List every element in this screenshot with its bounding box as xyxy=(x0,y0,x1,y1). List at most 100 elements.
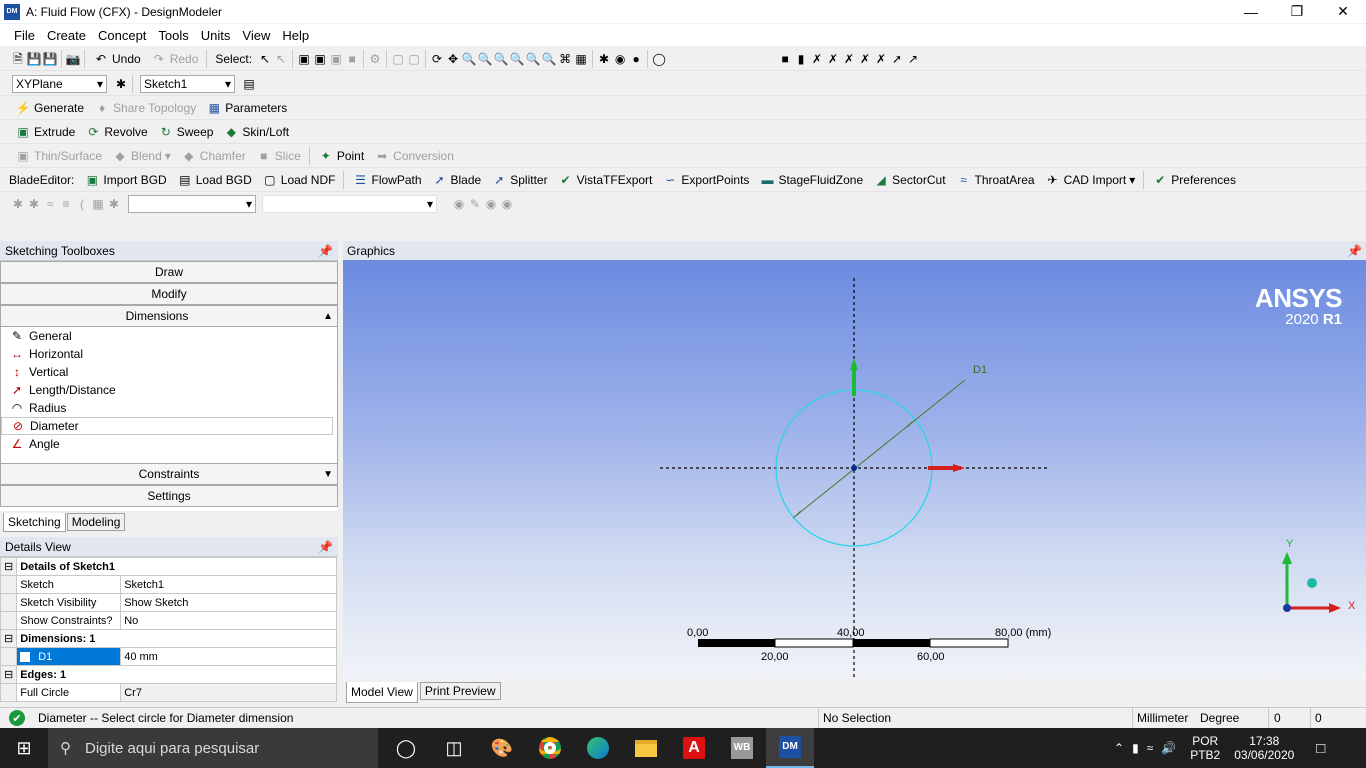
taskbar-app-workbench[interactable]: WB xyxy=(718,728,766,768)
modify-toolbox[interactable]: Modify xyxy=(0,283,338,305)
tool5-icon[interactable]: ( xyxy=(74,196,90,212)
preferences-button[interactable]: ✔ Preferences xyxy=(1147,172,1241,188)
revolve-button[interactable]: ⟳ Revolve xyxy=(80,124,152,140)
slice-button[interactable]: ■ Slice xyxy=(251,148,306,164)
select-edge-icon[interactable]: ▣ xyxy=(312,51,328,67)
exportpoints-button[interactable]: ∽ ExportPoints xyxy=(657,172,754,188)
constraints-toolbox[interactable]: Constraints ▼ xyxy=(0,463,338,485)
taskbar-app-explorer[interactable] xyxy=(622,728,670,768)
dimensions-toolbox[interactable]: Dimensions ▲ xyxy=(0,305,338,327)
scroll-down-icon[interactable]: ▼ xyxy=(323,469,333,480)
minimize-button[interactable]: — xyxy=(1228,0,1274,23)
tab-print-preview[interactable]: Print Preview xyxy=(419,682,501,700)
load-bgd-button[interactable]: ▤ Load BGD xyxy=(172,172,257,188)
cad-import-button[interactable]: ✈ CAD Import ▾ xyxy=(1040,172,1141,188)
save-all-icon[interactable]: 💾 xyxy=(42,51,58,67)
details-pin-icon[interactable]: 📌 xyxy=(318,540,333,554)
tool7-icon[interactable]: ✱ xyxy=(106,196,122,212)
display-point-icon[interactable]: ● xyxy=(628,51,644,67)
redo-button[interactable]: ↷ Redo xyxy=(146,51,204,67)
sweep-button[interactable]: ↻ Sweep xyxy=(153,124,219,140)
tool4-icon[interactable]: ≡ xyxy=(58,196,74,212)
detail-value-sketch[interactable]: Sketch1 xyxy=(120,575,337,594)
taskbar-app-designmodeler[interactable]: DM xyxy=(766,728,814,768)
plane-select[interactable]: XYPlane ▾ xyxy=(12,74,107,93)
zoom-in-icon[interactable]: 🔍 xyxy=(477,51,493,67)
menu-concept[interactable]: Concept xyxy=(92,28,152,43)
conversion-button[interactable]: ➡ Conversion xyxy=(369,148,459,164)
flowpath-button[interactable]: ☰ FlowPath xyxy=(347,172,426,188)
select-body-icon[interactable]: ■ xyxy=(344,51,360,67)
edge-direction-icon[interactable]: ↗ xyxy=(905,51,921,67)
taskbar-app-chrome[interactable] xyxy=(526,728,574,768)
maximize-button[interactable]: ❐ xyxy=(1274,0,1320,23)
tool-length-distance[interactable]: ➚ Length/Distance xyxy=(1,381,337,399)
blade-button[interactable]: ➚ Blade xyxy=(427,172,487,188)
viewport-canvas[interactable]: D1 0,00 40,00 80,00 (mm) 20,00 60,00 Y X xyxy=(343,260,1366,680)
collapse-dimensions-icon[interactable]: ⊟ xyxy=(0,629,18,648)
magnifier-icon[interactable]: 🔍 xyxy=(541,51,557,67)
normal-to-icon[interactable]: ✱ xyxy=(596,51,612,67)
origin-point[interactable] xyxy=(851,465,857,471)
box-select-icon[interactable]: ▢ xyxy=(390,51,406,67)
splitter-button[interactable]: ➚ Splitter xyxy=(486,172,552,188)
tool-angle[interactable]: ∠ Angle xyxy=(1,435,337,453)
throatarea-button[interactable]: ≈ ThroatArea xyxy=(951,172,1040,188)
draw-toolbox[interactable]: Draw xyxy=(0,261,338,283)
wifi-icon[interactable]: ≈ xyxy=(1147,741,1154,755)
new-sketch-icon[interactable]: ▤ xyxy=(241,76,257,92)
volume-icon[interactable]: 🔊 xyxy=(1161,741,1176,755)
edge-coloring-icon[interactable]: ▮ xyxy=(793,51,809,67)
tool2-icon[interactable]: ✱ xyxy=(26,196,42,212)
blend-button[interactable]: ◆ Blend ▾ xyxy=(107,148,176,164)
language-indicator[interactable]: POR PTB2 xyxy=(1190,734,1220,762)
tool6-icon[interactable]: ▦ xyxy=(90,196,106,212)
display-model-icon[interactable]: ◉ xyxy=(612,51,628,67)
edge-option5-icon[interactable]: ✗ xyxy=(873,51,889,67)
extend-select-icon[interactable]: ⚙ xyxy=(367,51,383,67)
menu-file[interactable]: File xyxy=(8,28,41,43)
cortana-button[interactable]: ◯ xyxy=(382,728,430,768)
rotate-icon[interactable]: ⟳ xyxy=(429,51,445,67)
new-plane-icon[interactable]: ✱ xyxy=(113,76,129,92)
skin-loft-button[interactable]: ◆ Skin/Loft xyxy=(218,124,294,140)
detail-value-visibility[interactable]: Show Sketch xyxy=(120,593,337,612)
parameters-button[interactable]: ▦ Parameters xyxy=(201,100,292,116)
tab-modeling[interactable]: Modeling xyxy=(66,513,126,531)
taskbar-app-paint[interactable]: 🎨 xyxy=(478,728,526,768)
sectorcut-button[interactable]: ◢ SectorCut xyxy=(868,172,950,188)
zoom-box-icon[interactable]: 🔍 xyxy=(493,51,509,67)
menu-tools[interactable]: Tools xyxy=(152,28,194,43)
taskbar-app-acrobat[interactable]: A xyxy=(670,728,718,768)
load-ndf-button[interactable]: ▢ Load NDF xyxy=(257,172,341,188)
tab-model-view[interactable]: Model View xyxy=(346,682,418,703)
tool-diameter[interactable]: ⊘ Diameter xyxy=(1,417,333,435)
tool9-icon[interactable]: ✎ xyxy=(467,196,483,212)
detail-value-constraints[interactable]: No xyxy=(120,611,337,630)
dropdown-1[interactable]: ▾ xyxy=(128,195,256,213)
edge-option1-icon[interactable]: ✗ xyxy=(809,51,825,67)
dropdown-2[interactable]: ▾ xyxy=(262,195,437,213)
collapse-icon[interactable]: ⊟ xyxy=(0,557,18,576)
tool8-icon[interactable]: ◉ xyxy=(451,196,467,212)
clock[interactable]: 17:38 03/06/2020 xyxy=(1234,734,1294,762)
detail-value-d1[interactable]: 40 mm xyxy=(120,647,337,666)
edge-option2-icon[interactable]: ✗ xyxy=(825,51,841,67)
generate-button[interactable]: ⚡ Generate xyxy=(10,100,89,116)
zoom-icon[interactable]: 🔍 xyxy=(461,51,477,67)
tool-radius[interactable]: ◠ Radius xyxy=(1,399,337,417)
tool-general[interactable]: ✎ General xyxy=(1,327,337,345)
sketch-select[interactable]: Sketch1 ▾ xyxy=(140,74,235,93)
settings-toolbox[interactable]: Settings xyxy=(0,485,338,507)
tool-horizontal[interactable]: ↔ Horizontal xyxy=(1,345,337,363)
new-icon[interactable]: 🗎 xyxy=(10,51,26,67)
zoom-to-fit-icon[interactable]: 🔍 xyxy=(525,51,541,67)
task-view-button[interactable]: ◫ xyxy=(430,728,478,768)
tool10-icon[interactable]: ◉ xyxy=(483,196,499,212)
pin-icon[interactable]: 📌 xyxy=(318,244,333,258)
triad-iso-ball[interactable] xyxy=(1307,578,1317,588)
zoom-fit-icon[interactable]: 🔍 xyxy=(509,51,525,67)
menu-create[interactable]: Create xyxy=(41,28,92,43)
detail-label-d1[interactable]: D1 xyxy=(16,647,122,666)
edge-option3-icon[interactable]: ✗ xyxy=(841,51,857,67)
